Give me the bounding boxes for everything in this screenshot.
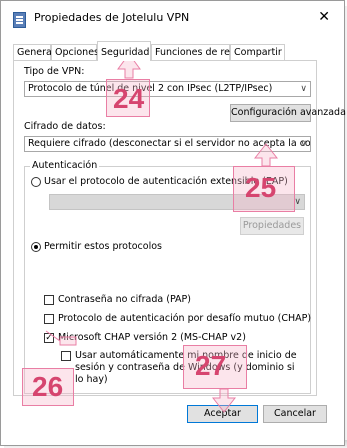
annotation-24: 24 [113,83,145,114]
arrow-up-icon [45,330,77,346]
annotation-25: 25 [245,172,277,203]
arrow-up-icon [253,143,279,167]
arrow-down-icon [211,388,237,413]
annotation-27: 27 [195,350,227,381]
tab-seguridad[interactable]: Seguridad [97,41,151,61]
annotation-26: 26 [32,371,64,402]
